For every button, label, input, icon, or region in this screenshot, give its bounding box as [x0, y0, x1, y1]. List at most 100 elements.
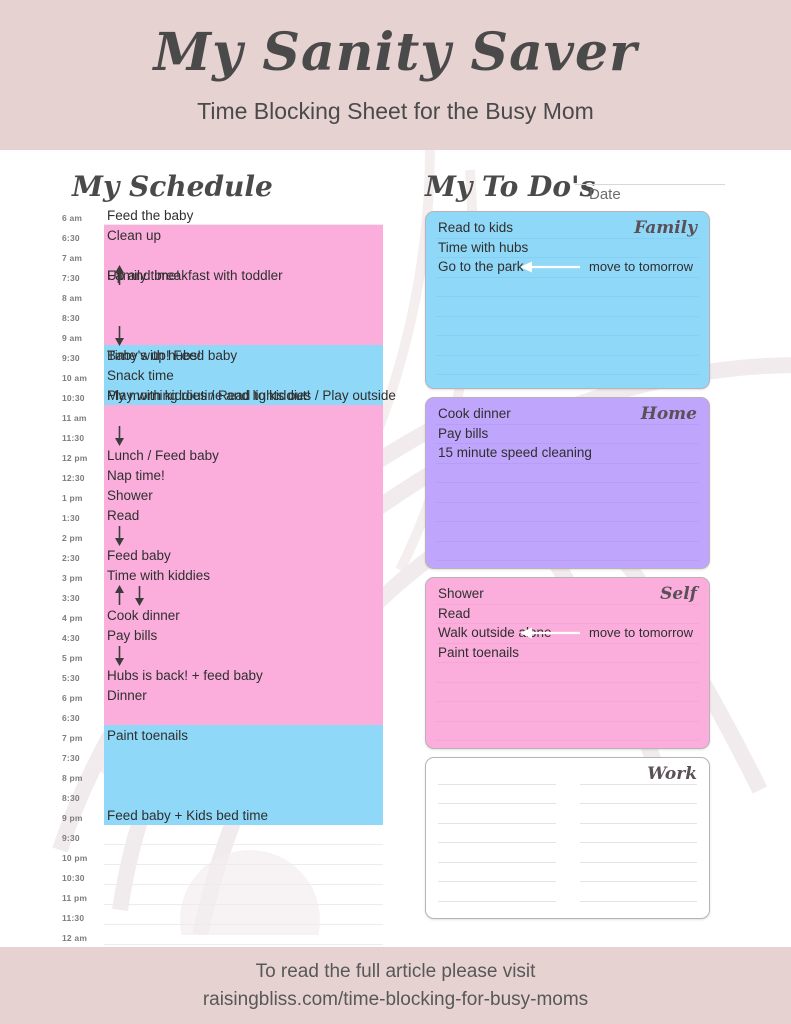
card-category-label: Self: [660, 584, 697, 604]
ruled-line: [436, 354, 699, 356]
card-item-list: Shower Read Walk outside alone Paint toenai…: [438, 584, 552, 662]
schedule-arrow-down: [113, 645, 126, 671]
schedule-entry[interactable]: Feed the baby: [107, 206, 193, 226]
card-item-list: Read to kids Time with hubs Go to the park: [438, 218, 528, 277]
todo-card-home[interactable]: Home Cook dinner Pay bills 15 minute speed …: [425, 397, 710, 569]
ruled-line: [438, 803, 556, 804]
schedule-entry[interactable]: Nap time!: [107, 466, 165, 486]
schedule-arrow-down: [133, 585, 146, 611]
todo-card-self[interactable]: Self Shower Read Walk outside alone Paint to…: [425, 577, 710, 749]
time-label: 6 am: [62, 213, 83, 223]
move-to-tomorrow-arrow: [520, 626, 582, 645]
time-label: 9:30: [62, 833, 80, 843]
time-label: 2 pm: [62, 533, 83, 543]
schedule-entry[interactable]: Pay bills: [107, 626, 157, 646]
footer-line-1: To read the full article please visit: [255, 961, 536, 982]
ruled-line: [436, 462, 699, 464]
footer-line-2[interactable]: raisingbliss.com/time-blocking-for-busy-…: [0, 989, 791, 1011]
ruled-line: [579, 842, 697, 843]
time-label: 3 pm: [62, 573, 83, 583]
ruled-line: [438, 842, 556, 843]
schedule-entry[interactable]: Feed baby + Kids bed time: [107, 806, 268, 826]
schedule-heading: My Schedule: [72, 170, 273, 203]
schedule-gridline: [104, 924, 383, 925]
card-category-label: Family: [634, 218, 697, 238]
todo-card-family[interactable]: Family Read to kids Time with hubs Go to th…: [425, 211, 710, 389]
time-label: 8:30: [62, 793, 80, 803]
ruled-line: [579, 881, 697, 882]
move-to-tomorrow-arrow: [520, 260, 582, 279]
schedule-entry[interactable]: Time with kiddies: [107, 566, 210, 586]
ruled-line: [579, 803, 697, 804]
card-item[interactable]: Shower: [438, 584, 552, 604]
page-title: My Sanity Saver: [153, 22, 638, 83]
card-item[interactable]: 15 minute speed cleaning: [438, 443, 592, 463]
schedule-entry[interactable]: Paint toenails: [107, 726, 188, 746]
page-footer: To read the full article please visit ra…: [0, 947, 791, 1024]
ruled-line: [436, 296, 699, 297]
schedule-gridline: [104, 864, 383, 865]
card-item[interactable]: Cook dinner: [438, 404, 592, 424]
schedule-gridline: [104, 904, 383, 905]
ruled-line: [436, 662, 699, 663]
page-header: My Sanity Saver Time Blocking Sheet for …: [0, 0, 791, 150]
time-label: 1 pm: [62, 493, 83, 503]
schedule-entry[interactable]: Dinner: [107, 686, 147, 706]
time-label: 7:30: [62, 273, 80, 283]
schedule-entry[interactable]: My morning routine and lights out!: [107, 386, 310, 406]
schedule-entry[interactable]: Read: [107, 506, 139, 526]
schedule-arrow-down: [113, 525, 126, 551]
time-label: 12:30: [62, 473, 85, 483]
ruled-line: [436, 521, 699, 522]
time-label: 10:30: [62, 873, 85, 883]
schedule-arrow-up: [113, 585, 126, 611]
ruled-line: [579, 861, 697, 863]
card-item-list: Cook dinner Pay bills 15 minute speed clea…: [438, 404, 592, 463]
time-label: 9 pm: [62, 813, 83, 823]
page-subtitle: Time Blocking Sheet for the Busy Mom: [197, 98, 594, 124]
card-item[interactable]: Read to kids: [438, 218, 528, 238]
time-label: 12 am: [62, 933, 88, 943]
time-label: 9 am: [62, 333, 83, 343]
ruled-line: [579, 822, 697, 824]
ruled-line: [436, 315, 699, 317]
schedule-grid[interactable]: 6 am 6:30 7 am 7:30 8 am 8:30 9 am 9:30 10 am 10:…: [62, 205, 396, 945]
time-label: 8 am: [62, 293, 83, 303]
time-label: 11:30: [62, 913, 85, 923]
card-item[interactable]: Pay bills: [438, 424, 592, 444]
time-label: 7 am: [62, 253, 83, 263]
ruled-line: [436, 482, 699, 483]
time-label: 8:30: [62, 313, 80, 323]
schedule-entry[interactable]: Snack time: [107, 366, 174, 386]
time-label: 4:30: [62, 633, 80, 643]
ruled-line: [438, 900, 556, 902]
ruled-line: [579, 900, 697, 902]
card-item[interactable]: Paint toenails: [438, 643, 552, 663]
time-label: 10 am: [62, 373, 88, 383]
card-item[interactable]: Time with hubs: [438, 238, 528, 258]
schedule-entry[interactable]: Shower: [107, 486, 153, 506]
card-item[interactable]: Go to the park: [438, 257, 528, 277]
date-underline: [575, 184, 725, 185]
move-to-tomorrow-note: move to tomorrow: [589, 624, 694, 640]
time-label: 3:30: [62, 593, 80, 603]
schedule-entry[interactable]: Hubs is back! + feed baby: [107, 666, 263, 686]
ruled-line: [438, 861, 556, 863]
schedule-entry[interactable]: Clean up: [107, 226, 161, 246]
ruled-line: [436, 740, 699, 741]
ruled-line: [436, 701, 699, 702]
card-item[interactable]: Read: [438, 604, 552, 624]
time-label: 10:30: [62, 393, 85, 403]
time-label: 2:30: [62, 553, 80, 563]
time-label: 11 am: [62, 413, 87, 423]
card-category-label: Home: [640, 404, 697, 424]
todo-heading: My To Do's: [425, 170, 596, 203]
schedule-gridline: [104, 884, 383, 885]
time-label: 9:30: [62, 353, 80, 363]
ruled-line: [436, 681, 699, 683]
time-label: 5:30: [62, 673, 80, 683]
todo-card-work[interactable]: Work: [425, 757, 710, 919]
ruled-line: [438, 822, 556, 824]
time-label: 11:30: [62, 433, 85, 443]
time-label: 7:30: [62, 753, 80, 763]
